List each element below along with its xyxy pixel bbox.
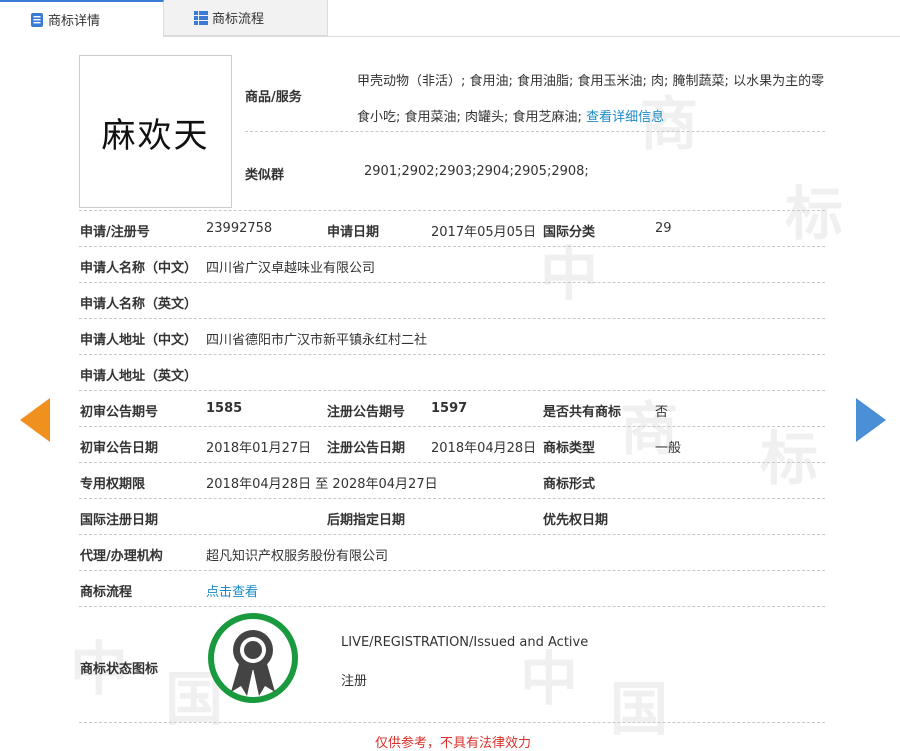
agent-label: 代理/办理机构 xyxy=(80,549,163,564)
divider xyxy=(79,462,825,463)
divider xyxy=(245,131,825,132)
view-details-link[interactable]: 查看详细信息 xyxy=(586,110,664,125)
address-cn-value: 四川省德阳市广汉市新平镇永红村二社 xyxy=(206,333,428,348)
applicant-cn-value: 四川省广汉卓越味业有限公司 xyxy=(206,261,376,276)
prelim-date-value: 2018年01月27日 xyxy=(206,441,312,456)
previous-arrow-icon[interactable] xyxy=(20,398,50,442)
divider xyxy=(79,534,825,535)
flow-view-link[interactable]: 点击查看 xyxy=(206,581,258,600)
exclusive-label: 专用权期限 xyxy=(80,477,146,492)
tab-label: 商标流程 xyxy=(212,12,265,27)
reg-pub-no-label: 注册公告期号 xyxy=(327,405,406,420)
mark-type-value: 一般 xyxy=(655,441,682,456)
applicant-cn-label: 申请人名称（中文） xyxy=(80,261,198,276)
next-arrow-icon[interactable] xyxy=(856,398,886,442)
watermark-char: 中 xyxy=(520,645,579,713)
divider xyxy=(79,390,825,391)
similar-group-label: 类似群 xyxy=(245,168,285,183)
applicant-en-label: 申请人名称（英文） xyxy=(80,297,198,312)
address-en-label: 申请人地址（英文） xyxy=(80,369,198,384)
app-date-label: 申请日期 xyxy=(327,225,380,240)
prelim-date-label: 初审公告日期 xyxy=(80,441,159,456)
status-cn: 注册 xyxy=(341,674,368,689)
divider xyxy=(79,498,825,499)
divider xyxy=(79,354,825,355)
priority-date-label: 优先权日期 xyxy=(543,513,609,528)
tab-trademark-flow[interactable]: 商标流程 xyxy=(164,0,328,36)
exclusive-value: 2018年04月28日 至 2028年04月27日 xyxy=(206,477,438,492)
watermark-char: 标 xyxy=(760,425,819,493)
divider xyxy=(79,318,825,319)
divider xyxy=(79,722,825,723)
divider xyxy=(79,426,825,427)
disclaimer-text: 仅供参考，不具有法律效力 xyxy=(375,736,532,751)
shared-label: 是否共有商标 xyxy=(543,405,622,420)
watermark-char: 中 xyxy=(540,240,599,308)
later-date-label: 后期指定日期 xyxy=(327,513,406,528)
reg-no-label: 申请/注册号 xyxy=(80,225,150,240)
tab-bar: 商标详情 商标流程 xyxy=(0,0,900,37)
status-icon-label: 商标状态图标 xyxy=(80,662,159,677)
shared-value: 否 xyxy=(655,405,669,420)
reg-pub-date-value: 2018年04月28日 xyxy=(431,441,537,456)
agent-value: 超凡知识产权服务股份有限公司 xyxy=(206,549,389,564)
intl-reg-date-label: 国际注册日期 xyxy=(80,513,159,528)
goods-label: 商品/服务 xyxy=(245,90,302,105)
address-cn-label: 申请人地址（中文） xyxy=(80,333,198,348)
intl-class-label: 国际分类 xyxy=(543,225,596,240)
reg-no-value: 23992758 xyxy=(206,221,273,236)
trademark-logo-text: 麻欢天 xyxy=(101,116,210,156)
watermark-char: 标 xyxy=(785,180,844,248)
divider xyxy=(79,606,825,607)
prelim-no-label: 初审公告期号 xyxy=(80,405,159,420)
watermark-char: 国 xyxy=(610,675,669,743)
tab-label: 商标详情 xyxy=(48,14,101,29)
flow-label: 商标流程 xyxy=(80,585,133,600)
divider xyxy=(79,282,825,283)
similar-group-value: 2901;2902;2903;2904;2905;2908; xyxy=(364,164,589,179)
list-icon xyxy=(194,11,208,25)
intl-class-value: 29 xyxy=(655,221,672,236)
tab-trademark-detail[interactable]: 商标详情 xyxy=(0,0,164,37)
trademark-image: 麻欢天 xyxy=(79,55,232,208)
reg-pub-no-value: 1597 xyxy=(431,401,468,416)
mark-form-label: 商标形式 xyxy=(543,477,596,492)
divider xyxy=(79,210,825,211)
prelim-no-value: 1585 xyxy=(206,401,243,416)
status-en: LIVE/REGISTRATION/Issued and Active xyxy=(341,635,589,650)
divider xyxy=(79,246,825,247)
registration-badge-icon xyxy=(208,613,298,703)
reg-pub-date-label: 注册公告日期 xyxy=(327,441,406,456)
app-date-value: 2017年05月05日 xyxy=(431,225,537,240)
mark-type-label: 商标类型 xyxy=(543,441,596,456)
document-icon xyxy=(31,13,43,27)
divider xyxy=(79,570,825,571)
goods-text: 甲壳动物（非活）; 食用油; 食用油脂; 食用玉米油; 肉; 腌制蔬菜; 以水果… xyxy=(357,64,832,136)
